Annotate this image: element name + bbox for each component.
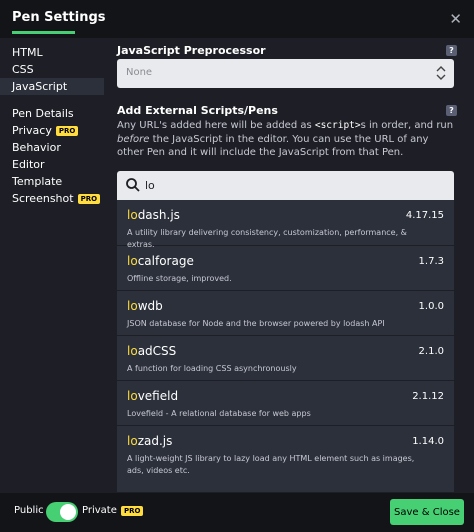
result-name: loadCSS xyxy=(127,344,176,358)
sidebar-item-label: Screenshot xyxy=(12,192,74,205)
list-item[interactable]: loadCSS 2.1.0 A function for loading CSS… xyxy=(117,336,454,381)
results-list: lodash.js 4.17.15 A utility library deli… xyxy=(117,200,454,493)
sidebar-item-privacy[interactable]: Privacy PRO xyxy=(0,122,104,139)
result-version: 2.1.0 xyxy=(418,346,444,357)
name-rest: dash.js xyxy=(137,208,180,222)
title-underline xyxy=(12,31,75,34)
desc-emphasis: before xyxy=(117,133,150,145)
settings-sidebar: HTML CSS JavaScript Pen Details Privacy P… xyxy=(0,38,110,493)
sidebar-item-label: HTML xyxy=(12,46,43,59)
desc-text: Any URL's added here will be added as xyxy=(117,120,315,131)
desc-text: s in order, and run xyxy=(360,120,454,131)
match-highlight: lo xyxy=(127,344,138,358)
modal-footer: Public Private PRO Save & Close xyxy=(0,493,474,532)
preprocessor-heading: JavaScript Preprocessor xyxy=(117,44,266,57)
result-description: A function for loading CSS asynchronousl… xyxy=(127,364,297,373)
list-item[interactable]: lozad.js 1.14.0 A light-weight JS librar… xyxy=(117,426,454,493)
list-item[interactable]: lovefield 2.1.12 Lovefield - A relationa… xyxy=(117,381,454,426)
sidebar-item-behavior[interactable]: Behavior xyxy=(0,139,104,156)
sidebar-item-css[interactable]: CSS xyxy=(0,61,104,78)
search-icon xyxy=(126,178,140,192)
result-description: JSON database for Node and the browser p… xyxy=(127,319,385,328)
modal-title: Pen Settings xyxy=(12,10,106,25)
preprocessor-select[interactable]: None xyxy=(117,59,454,88)
result-version: 1.14.0 xyxy=(412,436,444,447)
sidebar-item-editor[interactable]: Editor xyxy=(0,156,104,173)
search-box xyxy=(117,171,454,200)
result-version: 1.0.0 xyxy=(418,301,444,312)
sidebar-item-label: Privacy xyxy=(12,124,52,137)
chevron-updown-icon xyxy=(436,66,446,80)
name-rest: calforage xyxy=(137,254,194,268)
result-name: lozad.js xyxy=(127,434,172,448)
pro-badge: PRO xyxy=(121,506,144,516)
list-item[interactable]: lodash.js 4.17.15 A utility library deli… xyxy=(117,200,454,249)
desc-text: the JavaScript in the editor. You can us… xyxy=(117,133,429,159)
save-close-button[interactable]: Save & Close xyxy=(390,499,464,525)
sidebar-item-label: Editor xyxy=(12,158,45,171)
list-item[interactable]: lowdb 1.0.0 JSON database for Node and t… xyxy=(117,291,454,336)
result-version: 4.17.15 xyxy=(405,210,444,221)
pro-badge: PRO xyxy=(55,126,79,136)
match-highlight: lo xyxy=(127,389,138,403)
name-rest: wdb xyxy=(137,299,163,313)
result-description: A light-weight JS library to lazy load a… xyxy=(127,454,415,475)
private-label: Private xyxy=(82,505,117,516)
sidebar-item-javascript[interactable]: JavaScript xyxy=(0,78,104,95)
result-version: 1.7.3 xyxy=(418,256,444,267)
select-value: None xyxy=(126,67,153,78)
desc-code: <script> xyxy=(314,120,361,131)
sidebar-item-label: CSS xyxy=(12,63,34,76)
sidebar-item-label: Behavior xyxy=(12,141,61,154)
result-name: lovefield xyxy=(127,389,178,403)
match-highlight: lo xyxy=(127,299,138,313)
match-highlight: lo xyxy=(127,208,138,222)
name-rest: zad.js xyxy=(137,434,173,448)
close-icon[interactable]: ✕ xyxy=(449,10,462,28)
external-heading: Add External Scripts/Pens xyxy=(117,104,278,117)
sidebar-item-pen-details[interactable]: Pen Details xyxy=(0,105,104,122)
result-name: lowdb xyxy=(127,299,163,313)
match-highlight: lo xyxy=(127,254,138,268)
result-name: localforage xyxy=(127,254,194,268)
name-rest: adCSS xyxy=(137,344,177,358)
toggle-knob xyxy=(60,504,76,520)
sidebar-item-template[interactable]: Template xyxy=(0,173,104,190)
result-version: 2.1.12 xyxy=(412,391,444,402)
result-description: Offline storage, improved. xyxy=(127,274,232,283)
match-highlight: lo xyxy=(127,434,138,448)
privacy-toggle[interactable] xyxy=(46,502,78,522)
result-description: Lovefield - A relational database for we… xyxy=(127,409,311,418)
sidebar-item-screenshot[interactable]: Screenshot PRO xyxy=(0,190,104,207)
pro-badge: PRO xyxy=(77,194,101,204)
result-name: lodash.js xyxy=(127,208,180,222)
sidebar-item-html[interactable]: HTML xyxy=(0,44,104,61)
name-rest: vefield xyxy=(137,389,179,403)
search-input[interactable] xyxy=(145,177,435,194)
public-label: Public xyxy=(14,505,44,516)
sidebar-item-label: Template xyxy=(12,175,63,188)
help-icon[interactable]: ? xyxy=(446,105,457,116)
external-description: Any URL's added here will be added as <s… xyxy=(117,119,454,160)
help-icon[interactable]: ? xyxy=(446,45,457,56)
list-item[interactable]: localforage 1.7.3 Offline storage, impro… xyxy=(117,246,454,291)
modal-header: Pen Settings ✕ xyxy=(0,0,474,38)
sidebar-item-label: Pen Details xyxy=(12,107,74,120)
sidebar-item-label: JavaScript xyxy=(12,80,68,93)
